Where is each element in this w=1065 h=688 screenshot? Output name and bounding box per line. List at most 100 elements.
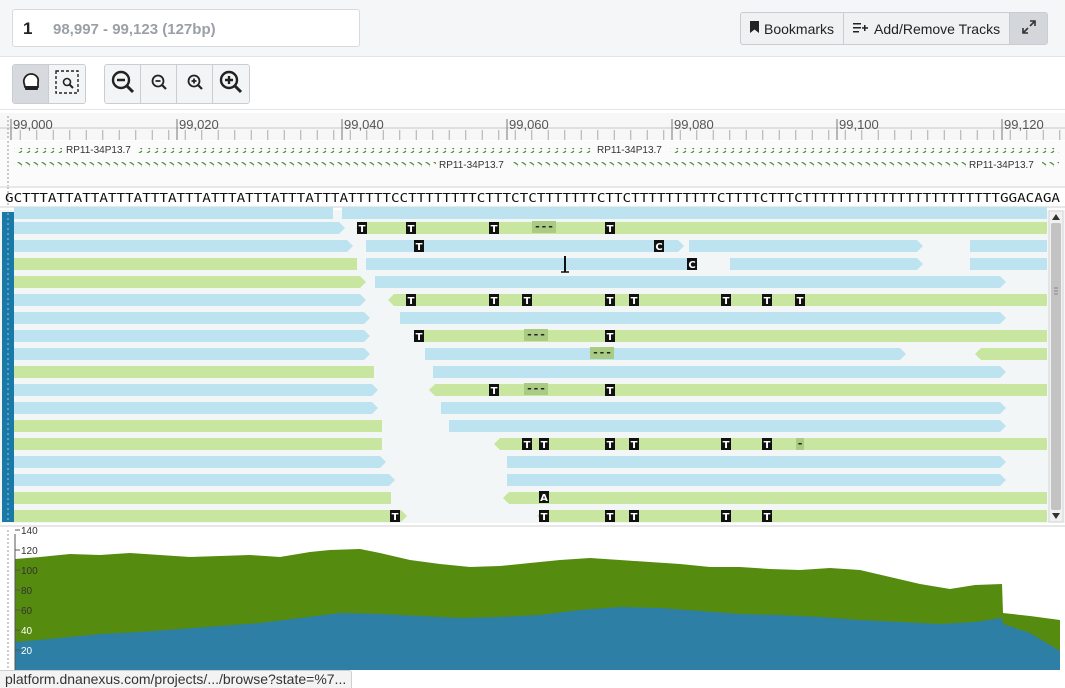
- forward-read[interactable]: [14, 438, 382, 450]
- reverse-read[interactable]: [14, 474, 395, 486]
- reverse-read[interactable]: [375, 276, 1006, 288]
- forward-read[interactable]: [14, 366, 374, 378]
- reverse-read[interactable]: [14, 402, 378, 414]
- zoom-out-large-icon: [111, 70, 135, 99]
- mismatch-label: T: [764, 512, 771, 523]
- coverage-tick-label: 20: [21, 646, 33, 657]
- forward-read[interactable]: [14, 258, 357, 270]
- position-ruler[interactable]: 99,000 99,020 99,040 99,060 99,080 99,100 99,1…: [0, 113, 1065, 140]
- mismatch-label: T: [392, 512, 399, 523]
- mismatch-label: T: [797, 296, 804, 307]
- forward-read[interactable]: [413, 330, 1047, 342]
- reverse-read[interactable]: [14, 384, 378, 396]
- mismatch-label: T: [607, 440, 614, 451]
- ruler-tick-label: 99,080: [674, 117, 714, 132]
- reverse-read[interactable]: [14, 330, 370, 342]
- mismatch-label: T: [416, 332, 423, 343]
- mismatch-label: C: [688, 260, 695, 271]
- reverse-read[interactable]: [507, 456, 1006, 468]
- mismatch-label: T: [607, 386, 614, 397]
- reverse-read[interactable]: [14, 348, 370, 360]
- hand-icon: [20, 71, 42, 98]
- reverse-read[interactable]: [507, 474, 1006, 486]
- bookmarks-label: Bookmarks: [764, 20, 835, 37]
- zoom-out-small-button[interactable]: [141, 65, 177, 103]
- ruler-tick-label: 99,120: [1004, 117, 1044, 132]
- forward-read[interactable]: [975, 348, 1047, 360]
- zoom-select-button[interactable]: [49, 65, 85, 103]
- reverse-read[interactable]: [14, 222, 345, 234]
- bookmarks-button[interactable]: Bookmarks: [741, 13, 845, 44]
- mismatch-label: T: [764, 296, 771, 307]
- reference-sequence: GCTTTATTATTATTTATTTATTTATTTATTTATTTATTTA…: [5, 191, 1061, 205]
- gene-label: RP11-34P13.7: [969, 160, 1034, 171]
- deletion-label: ---: [534, 220, 554, 233]
- forward-read[interactable]: [356, 222, 1047, 234]
- reads-scrollbar[interactable]: [1048, 210, 1064, 523]
- zoom-in-small-icon: [187, 74, 203, 95]
- forward-read[interactable]: [14, 420, 382, 432]
- zoom-in-small-button[interactable]: [177, 65, 213, 103]
- forward-read[interactable]: [14, 276, 366, 288]
- mismatch-label: T: [491, 296, 498, 307]
- reverse-read[interactable]: [14, 240, 353, 252]
- locus-input[interactable]: 1 98,997 - 99,123 (127bp): [12, 9, 360, 47]
- ruler-tick-label: 99,100: [839, 117, 879, 132]
- reverse-read[interactable]: [449, 420, 1006, 432]
- deletion-label: ---: [592, 346, 612, 359]
- alignment-track[interactable]: T T T --- TT CCT T T T T T T TT --- T---T --- TT T T T T T -AT…: [0, 207, 1065, 523]
- zoom-out-small-icon: [151, 74, 167, 95]
- mismatch-label: T: [607, 296, 614, 307]
- reverse-read[interactable]: [441, 402, 1006, 414]
- header-button-group: Bookmarks Add/Remove Tracks: [740, 12, 1049, 45]
- forward-read[interactable]: [388, 294, 1047, 306]
- coverage-track[interactable]: 140 120 100 80 60 40 20: [0, 525, 1065, 687]
- gene-track[interactable]: RP11-34P13.7 RP11-34P13.7 RP11-34P13.7 R…: [0, 141, 1065, 186]
- genome-view[interactable]: 99,000 99,020 99,040 99,060 99,080 99,100 99,1…: [0, 110, 1065, 687]
- top-bar: 1 98,997 - 99,123 (127bp) Bookmarks Add/…: [0, 0, 1065, 57]
- sequence-track: GCTTTATTATTATTTATTTATTTATTTATTTATTTATTTA…: [0, 186, 1065, 208]
- reverse-read[interactable]: [400, 312, 1006, 324]
- mismatch-label: T: [541, 440, 548, 451]
- forward-read[interactable]: [14, 510, 407, 522]
- forward-read[interactable]: [503, 492, 1047, 504]
- mismatch-label: T: [607, 224, 614, 235]
- mismatch-label: T: [416, 242, 423, 253]
- deletion-label: ---: [526, 328, 546, 341]
- mismatch-label: T: [408, 296, 415, 307]
- reverse-read[interactable]: [14, 456, 386, 468]
- reverse-read[interactable]: [433, 366, 1006, 378]
- mismatch-label: T: [359, 224, 366, 235]
- reverse-read[interactable]: [970, 240, 1047, 252]
- reverse-read[interactable]: [366, 258, 698, 270]
- coverage-tick-label: 80: [21, 586, 33, 597]
- reverse-read[interactable]: [342, 207, 1047, 219]
- mismatch-label: T: [723, 512, 730, 523]
- forward-read[interactable]: [14, 492, 391, 504]
- zoom-in-large-icon: [219, 70, 243, 99]
- zoom-in-large-button[interactable]: [213, 65, 249, 103]
- zoom-out-large-button[interactable]: [105, 65, 141, 103]
- add-remove-tracks-button[interactable]: Add/Remove Tracks: [844, 13, 1011, 44]
- mismatch-label: T: [524, 296, 531, 307]
- reverse-read[interactable]: [689, 240, 923, 252]
- fullscreen-button[interactable]: [1010, 13, 1048, 44]
- reverse-read[interactable]: [14, 294, 366, 306]
- reverse-read[interactable]: [366, 240, 684, 252]
- reverse-read[interactable]: [970, 258, 1047, 270]
- reverse-read[interactable]: [14, 207, 333, 219]
- mismatch-label: T: [491, 224, 498, 235]
- mismatch-label: T: [631, 440, 638, 451]
- mismatch-label: T: [631, 512, 638, 523]
- reverse-read[interactable]: [14, 312, 370, 324]
- coverage-tick-label: 140: [21, 526, 38, 537]
- add-list-icon: [853, 22, 869, 36]
- pan-tool-button[interactable]: [13, 65, 49, 103]
- reverse-read[interactable]: [730, 258, 923, 270]
- deletion-label: ---: [526, 382, 546, 395]
- zoom-tool-group: [104, 64, 250, 104]
- scrollbar-thumb[interactable]: [1051, 223, 1061, 510]
- reverse-read[interactable]: [425, 348, 906, 360]
- forward-read[interactable]: [429, 384, 1047, 396]
- mismatch-label: T: [764, 440, 771, 451]
